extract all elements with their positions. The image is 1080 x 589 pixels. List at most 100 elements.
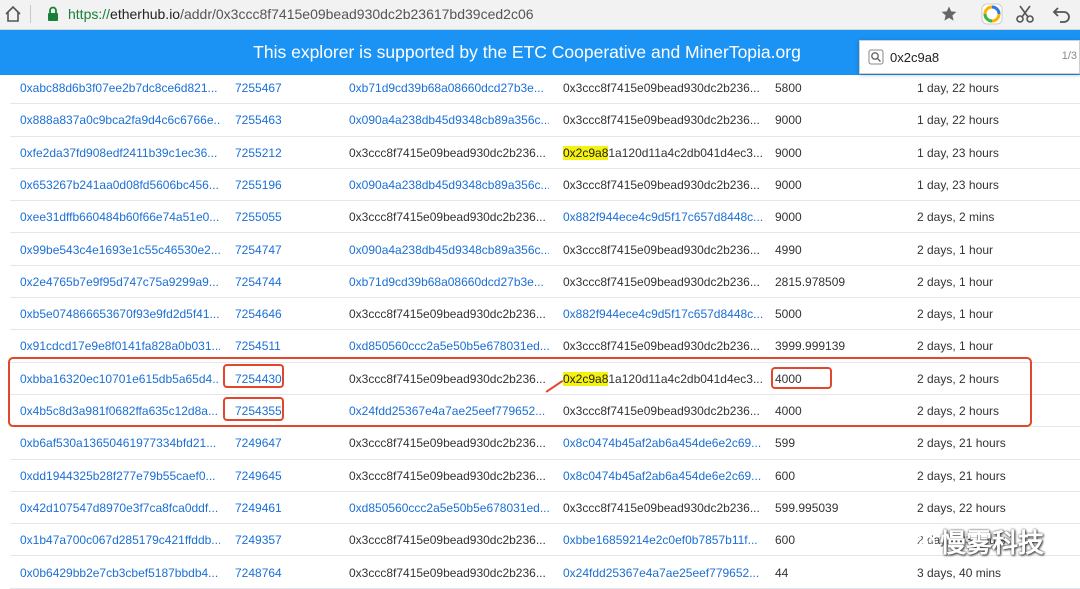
from-address[interactable]: 0xb71d9cd39b68a08660dcd27b3e...: [349, 266, 549, 298]
find-input[interactable]: [890, 47, 1040, 67]
to-address: 0x2c9a81a120d11a4c2db041d4ec3...: [563, 137, 763, 169]
from-address: 0x3ccc8f7415e09bead930dc2b236...: [349, 436, 546, 451]
tx-hash-link[interactable]: 0xabc88d6b3f07ee2b7dc8ce6d821...: [20, 72, 220, 104]
tx-age: 1 day, 22 hours: [917, 81, 999, 95]
tx-hash-link[interactable]: 0x0b6429bb2e7cb3cbef5187bbdb4...: [20, 557, 220, 589]
table-row: 0xb5e074866653670f93e9fd2d5f41... 7254646…: [10, 298, 1080, 331]
annotation-rows-box: [8, 357, 1032, 427]
to-address: 0x3ccc8f7415e09bead930dc2b236...: [563, 266, 763, 298]
to-address[interactable]: 0x882f944ece4c9d5f17c657d8448c...: [563, 298, 763, 330]
table-row: 0xee31dffb660484b60f66e74a51e0... 7255055…: [10, 201, 1080, 234]
url-scheme: https://: [68, 6, 111, 22]
tx-value: 5800: [775, 81, 802, 95]
find-match-count: 1/3: [1061, 50, 1077, 62]
from-address[interactable]: 0x090a4a238db45d9348cb89a356c...: [349, 234, 549, 266]
block-number-link[interactable]: 7249647: [235, 427, 305, 459]
tx-age: 1 day, 23 hours: [917, 177, 999, 192]
to-address-text: 0x3ccc8f7415e09bead930dc2b236...: [563, 177, 760, 192]
block-number-link[interactable]: 7255212: [235, 137, 305, 169]
annotation-block-box: [223, 397, 284, 421]
to-address-text: 0x8c0474b45af2ab6a454de6e2c69...: [563, 468, 762, 483]
tx-hash-link[interactable]: 0x99be543c4e1693e1c55c46530e2...: [20, 234, 220, 266]
tx-value: 9000: [775, 113, 802, 128]
to-address[interactable]: 0x24fdd25367e4a7ae25eef779652...: [563, 557, 763, 589]
tx-age: 2 days, 1 hour: [917, 274, 994, 289]
extension-icon[interactable]: [981, 3, 1003, 25]
browser-toolbar: https://etherhub.io/addr/0x3ccc8f7415e09…: [0, 0, 1080, 30]
from-address[interactable]: 0x090a4a238db45d9348cb89a356c...: [349, 104, 549, 136]
tx-value: 599: [775, 436, 796, 451]
block-number-link[interactable]: 7249357: [235, 524, 305, 556]
to-address-text: 0xbbe16859214e2c0ef0b7857b11f...: [563, 533, 758, 548]
tx-value: 9000: [775, 145, 802, 160]
table-row: 0xdd1944325b28f277e79b55caef0... 7249645 0…: [10, 460, 1080, 492]
tx-hash-link[interactable]: 0x2e4765b7e9f95d747c75a9299a9...: [20, 266, 220, 298]
tx-age: 2 days, 21 hours: [917, 436, 1006, 451]
block-number-link[interactable]: 7255055: [235, 201, 305, 233]
to-address-text: 0x3ccc8f7415e09bead930dc2b236...: [563, 81, 760, 95]
to-address-text: 0x882f944ece4c9d5f17c657d8448c...: [563, 210, 763, 225]
tx-age: 2 days, 22 hours: [917, 500, 1006, 515]
address-bar[interactable]: https://etherhub.io/addr/0x3ccc8f7415e09…: [68, 6, 534, 22]
tx-hash-link[interactable]: 0xfe2da37fd908edf2411b39c1ec36...: [20, 137, 220, 169]
from-address: 0x3ccc8f7415e09bead930dc2b236...: [349, 210, 546, 225]
block-number-link[interactable]: 7254747: [235, 234, 305, 266]
tx-hash-link[interactable]: 0x888a837a0c9bca2fa9d4c6c6766e...: [20, 104, 220, 136]
home-icon[interactable]: [4, 5, 22, 23]
tx-age: 2 days, 1 hour: [917, 242, 994, 257]
table-row: 0x42d107547d8970e3f7ca8fca0ddf... 7249461…: [10, 492, 1080, 525]
to-address[interactable]: 0xbbe16859214e2c0ef0b7857b11f...: [563, 524, 763, 556]
block-number-link[interactable]: 7248764: [235, 557, 305, 589]
to-address: 0x3ccc8f7415e09bead930dc2b236...: [563, 492, 763, 524]
from-address[interactable]: 0x090a4a238db45d9348cb89a356c...: [349, 169, 549, 201]
tx-age: 1 day, 23 hours: [917, 145, 999, 160]
to-address[interactable]: 0x882f944ece4c9d5f17c657d8448c...: [563, 201, 763, 233]
tx-value: 2815.978509: [775, 274, 846, 289]
tx-age: 1 day, 22 hours: [917, 113, 999, 128]
to-address-text: 0x3ccc8f7415e09bead930dc2b236...: [563, 500, 760, 515]
tx-hash-link[interactable]: 0xdd1944325b28f277e79b55caef0...: [20, 460, 220, 492]
from-address: 0x3ccc8f7415e09bead930dc2b236...: [349, 307, 546, 322]
block-number-link[interactable]: 7249461: [235, 492, 305, 524]
to-address[interactable]: 0x8c0474b45af2ab6a454de6e2c69...: [563, 460, 763, 492]
to-address[interactable]: 0x8c0474b45af2ab6a454de6e2c69...: [563, 427, 763, 459]
block-number-link[interactable]: 7249645: [235, 460, 305, 492]
table-row: 0x99be543c4e1693e1c55c46530e2... 7254747 0…: [10, 234, 1080, 266]
tx-hash-link[interactable]: 0x653267b241aa0d08fd5606bc456...: [20, 169, 220, 201]
from-address: 0x3ccc8f7415e09bead930dc2b236...: [349, 565, 546, 580]
annotation-block-box: [223, 364, 284, 388]
tx-hash-link[interactable]: 0x42d107547d8970e3f7ca8fca0ddf...: [20, 492, 220, 524]
block-number-link[interactable]: 7254646: [235, 298, 305, 330]
from-address: 0x3ccc8f7415e09bead930dc2b236...: [349, 145, 546, 160]
from-address[interactable]: 0xd850560ccc2a5e50b5e678031ed...: [349, 492, 549, 524]
tx-hash-link[interactable]: 0xb6af530a13650461977334bfd21...: [20, 427, 220, 459]
undo-icon[interactable]: [1052, 4, 1072, 24]
scissors-icon[interactable]: [1015, 4, 1035, 24]
from-address[interactable]: 0xb71d9cd39b68a08660dcd27b3e...: [349, 72, 549, 104]
block-number-link[interactable]: 7254744: [235, 266, 305, 298]
lock-icon[interactable]: [46, 6, 60, 22]
tx-hash-link[interactable]: 0x1b47a700c067d285179c421ffddb...: [20, 524, 220, 556]
find-search-icon: [868, 49, 884, 65]
watermark-text: 慢雾科技: [940, 529, 1045, 559]
block-number-link[interactable]: 7255196: [235, 169, 305, 201]
table-row: 0x0b6429bb2e7cb3cbef5187bbdb4... 7248764 0…: [10, 557, 1080, 589]
tx-hash-link[interactable]: 0xee31dffb660484b60f66e74a51e0...: [20, 201, 220, 233]
bookmark-star-icon[interactable]: [940, 5, 958, 23]
wechat-logo-icon: [899, 524, 936, 553]
tx-hash-link[interactable]: 0xb5e074866653670f93e9fd2d5f41...: [20, 298, 220, 330]
table-row: 0xfe2da37fd908edf2411b39c1ec36... 7255212…: [10, 137, 1080, 169]
find-highlight: 0x2c9a8: [563, 145, 609, 160]
tx-value: 44: [775, 565, 789, 580]
table-row: 0x653267b241aa0d08fd5606bc456... 7255196 0…: [10, 169, 1080, 202]
block-number-link[interactable]: 7255467: [235, 72, 305, 104]
tx-age: 3 days, 40 mins: [917, 565, 1002, 580]
to-address-text: 0x3ccc8f7415e09bead930dc2b236...: [563, 242, 760, 257]
to-address-text: 0x882f944ece4c9d5f17c657d8448c...: [563, 307, 763, 322]
toolbar-divider: [30, 5, 31, 23]
tx-age: 2 days, 2 mins: [917, 210, 995, 225]
block-number-link[interactable]: 7255463: [235, 104, 305, 136]
url-host: etherhub.io: [110, 6, 181, 22]
to-address-text: 1a120d11a4c2db041d4ec3...: [608, 145, 763, 160]
table-row: 0x888a837a0c9bca2fa9d4c6c6766e... 7255463…: [10, 104, 1080, 137]
